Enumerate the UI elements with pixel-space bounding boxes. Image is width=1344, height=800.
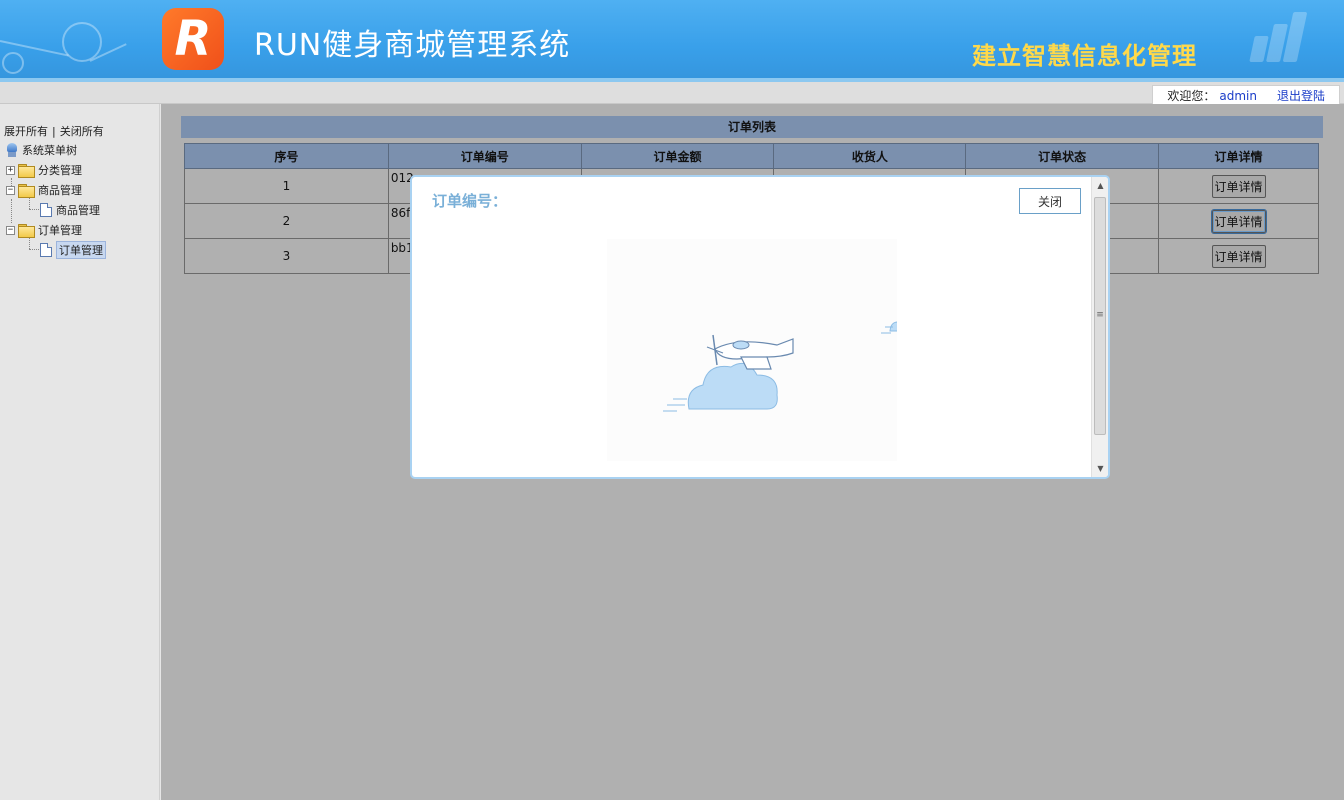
dialog-title: 订单编号： xyxy=(432,192,508,210)
close-button[interactable]: 关闭 xyxy=(1019,188,1081,214)
system-tree-icon xyxy=(6,143,18,157)
app-title: RUN健身商城管理系统 xyxy=(254,28,571,63)
cell-index: 2 xyxy=(184,203,389,239)
sidebar-item-label: 订单管理 xyxy=(56,241,106,259)
sidebar: 展开所有 | 关闭所有 系统菜单树 + 分类管理 − 商品管理 商品管理 − 订单管… xyxy=(0,104,160,800)
sidebar-item-order[interactable]: 订单管理 xyxy=(40,241,106,259)
logo-letter: R xyxy=(174,11,212,67)
column-header: 序号 xyxy=(184,143,389,169)
scroll-up-icon[interactable]: ▲ xyxy=(1092,177,1108,194)
collapse-all-link[interactable]: 关闭所有 xyxy=(60,125,104,138)
order-detail-button[interactable]: 订单详情 xyxy=(1211,174,1266,198)
folder-icon xyxy=(18,164,35,178)
sidebar-item-label: 订单管理 xyxy=(38,224,82,237)
collapse-toggle-icon[interactable]: − xyxy=(6,185,15,195)
folder-open-icon xyxy=(18,224,35,238)
sidebar-item-order-group[interactable]: − 订单管理 xyxy=(6,221,82,239)
app-header: R RUN健身商城管理系统 建立智慧信息化管理 xyxy=(0,0,1344,78)
tree-root: 系统菜单树 xyxy=(6,141,77,159)
tree-line xyxy=(29,198,30,209)
tree-line xyxy=(11,199,12,223)
tree-line xyxy=(29,238,30,249)
bar-chart-decor-icon xyxy=(1248,12,1308,62)
header-slogan: 建立智慧信息化管理 xyxy=(972,42,1197,70)
scroll-down-icon[interactable]: ▼ xyxy=(1092,460,1108,477)
cell-action: 订单详情 xyxy=(1158,168,1319,204)
cell-action: 订单详情 xyxy=(1158,203,1319,239)
logout-link[interactable]: 退出登陆 xyxy=(1277,87,1325,104)
collapse-toggle-icon[interactable]: − xyxy=(6,225,15,235)
folder-open-icon xyxy=(18,184,35,198)
cell-action: 订单详情 xyxy=(1158,238,1319,274)
sidebar-item-product-group[interactable]: − 商品管理 xyxy=(6,181,82,199)
sidebar-item-category[interactable]: + 分类管理 xyxy=(6,161,82,179)
app-logo: R xyxy=(162,8,224,70)
tree-controls: 展开所有 | 关闭所有 xyxy=(4,123,104,139)
airplane-cloud-icon xyxy=(663,321,904,412)
column-header: 订单详情 xyxy=(1158,143,1319,169)
cell-index: 3 xyxy=(184,238,389,274)
column-header: 订单编号 xyxy=(387,143,582,169)
welcome-label: 欢迎您： xyxy=(1167,89,1216,103)
order-detail-dialog: 订单编号： 关闭 ▲ ≡ ▼ xyxy=(410,175,1110,479)
scroll-grip-icon: ≡ xyxy=(1096,310,1104,320)
username: admin xyxy=(1219,88,1257,103)
column-header: 订单金额 xyxy=(580,143,775,169)
sidebar-item-label: 商品管理 xyxy=(38,184,82,197)
loading-illustration xyxy=(607,239,904,461)
cell-index: 1 xyxy=(184,168,389,204)
sidebar-item-label: 分类管理 xyxy=(38,164,82,177)
page-icon xyxy=(40,203,52,217)
sidebar-item-label: 商品管理 xyxy=(56,204,100,217)
dialog-scrollbar[interactable]: ▲ ≡ ▼ xyxy=(1091,177,1108,477)
decor-circle xyxy=(2,52,24,74)
scroll-thumb[interactable]: ≡ xyxy=(1094,197,1106,435)
order-detail-button[interactable]: 订单详情 xyxy=(1211,244,1266,268)
column-header: 收货人 xyxy=(773,143,967,169)
expand-all-link[interactable]: 展开所有 xyxy=(4,125,48,138)
top-bar: 欢迎您： admin 退出登陆 xyxy=(0,82,1344,105)
tree-line xyxy=(29,249,39,250)
column-header: 订单状态 xyxy=(965,143,1160,169)
table-header-row: 序号 订单编号 订单金额 收货人 订单状态 订单详情 xyxy=(184,143,1319,169)
order-detail-button[interactable]: 订单详情 xyxy=(1210,208,1267,234)
user-info: 欢迎您： admin 退出登陆 xyxy=(1152,85,1340,105)
tree-controls-separator: | xyxy=(52,125,56,138)
sidebar-item-product[interactable]: 商品管理 xyxy=(40,201,100,219)
panel-title: 订单列表 xyxy=(181,116,1323,138)
page-icon xyxy=(40,243,52,257)
tree-line xyxy=(29,209,39,210)
tree-root-label: 系统菜单树 xyxy=(22,144,77,157)
expand-toggle-icon[interactable]: + xyxy=(6,165,15,175)
